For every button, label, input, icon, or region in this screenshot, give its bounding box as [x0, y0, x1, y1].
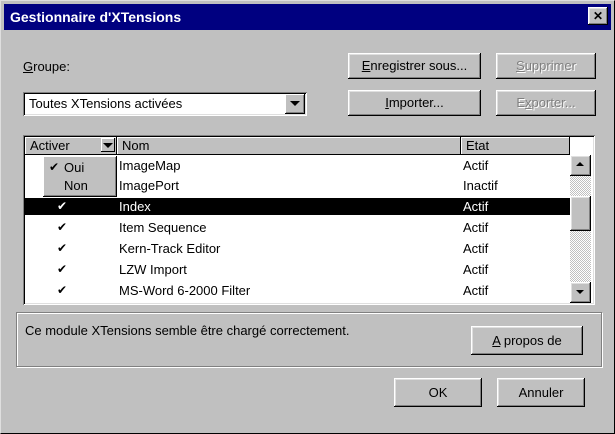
groupe-selected-value: Toutes XTensions activées — [29, 96, 183, 111]
save-as-label: nregistrer sous... — [370, 58, 468, 73]
check-icon[interactable]: ✔ — [55, 261, 69, 278]
check-icon[interactable]: ✔ — [55, 240, 69, 257]
window-title: Gestionnaire d'XTensions — [10, 9, 182, 25]
check-icon[interactable]: ✔ — [55, 219, 69, 236]
xtension-state: Actif — [463, 241, 489, 256]
list-item[interactable]: ✔ Item Sequence Actif — [25, 219, 570, 236]
activate-dropdown-menu: ✔ Oui Non — [43, 156, 117, 197]
check-icon: ✔ — [48, 160, 60, 174]
ok-label: OK — [428, 385, 448, 400]
column-header-activate[interactable]: Activer — [25, 137, 117, 155]
export-label-pre: E — [516, 95, 526, 110]
groupe-label-text: roupe: — [33, 59, 70, 74]
xtension-name: MS-Word 6-2000 Filter — [119, 283, 251, 298]
xtension-state: Actif — [463, 220, 489, 235]
xtension-name: Index — [119, 199, 151, 214]
delete-label: upprimer — [524, 58, 576, 73]
scroll-up-button[interactable] — [570, 155, 591, 176]
menu-item-label: Oui — [64, 160, 85, 175]
groupe-label: Groupe: — [23, 59, 70, 74]
export-button[interactable]: Exporter... — [496, 90, 596, 116]
import-button[interactable]: Importer... — [348, 90, 481, 116]
arrow-up-icon — [576, 162, 584, 166]
list-item-selected[interactable]: ✔ Index Actif — [25, 198, 570, 215]
xtension-state: Actif — [463, 199, 489, 214]
column-header-name[interactable]: Nom — [117, 137, 461, 155]
list-item[interactable]: ✔ MS-Word 6-2000 Filter Actif — [25, 282, 570, 299]
scroll-thumb[interactable] — [570, 196, 591, 231]
delete-button[interactable]: Supprimer — [496, 53, 596, 79]
close-button[interactable]: ✕ — [588, 7, 608, 25]
xtension-name: ImageMap — [119, 158, 181, 173]
xtensions-manager-dialog: Gestionnaire d'XTensions ✕ Groupe: Toute… — [0, 0, 615, 434]
check-icon[interactable]: ✔ — [55, 282, 69, 299]
xtension-name: LZW Import — [119, 262, 187, 277]
chevron-down-icon — [103, 143, 113, 148]
groupe-select[interactable]: Toutes XTensions activées — [23, 92, 307, 116]
status-message: Ce module XTensions semble être chargé c… — [25, 323, 350, 338]
column-activate-label: Activer — [30, 138, 70, 153]
chevron-down-icon — [290, 101, 300, 106]
delete-mnemonic: S — [516, 58, 525, 73]
menu-item-oui[interactable]: ✔ Oui — [46, 159, 112, 176]
menu-item-non[interactable]: Non — [46, 177, 112, 194]
export-label: porter... — [531, 95, 576, 110]
close-icon: ✕ — [592, 9, 604, 23]
about-label: propos de — [500, 333, 562, 348]
import-label: mporter... — [388, 95, 444, 110]
arrow-down-icon — [576, 290, 584, 294]
column-header-state[interactable]: Etat — [461, 137, 570, 155]
xtension-name: ImagePort — [119, 178, 179, 193]
xtension-state: Actif — [463, 158, 489, 173]
column-state-label: Etat — [466, 138, 490, 153]
list-item[interactable]: ✔ Kern-Track Editor Actif — [25, 240, 570, 257]
groupe-dropdown-button[interactable] — [285, 94, 305, 114]
scroll-down-button[interactable] — [570, 282, 591, 303]
menu-item-label: Non — [64, 178, 88, 193]
check-icon[interactable]: ✔ — [55, 198, 69, 215]
xtension-state: Actif — [463, 262, 489, 277]
about-button[interactable]: A propos de — [471, 326, 583, 355]
xtension-state: Actif — [463, 283, 489, 298]
cancel-button[interactable]: Annuler — [497, 378, 585, 407]
xtension-name: Kern-Track Editor — [119, 241, 221, 256]
ok-button[interactable]: OK — [394, 378, 482, 407]
groupe-label-mnemonic: G — [23, 59, 34, 74]
vertical-scrollbar[interactable] — [570, 155, 591, 303]
title-bar: Gestionnaire d'XTensions ✕ — [4, 4, 611, 30]
save-as-button[interactable]: Enregistrer sous... — [348, 53, 481, 79]
xtension-name: Item Sequence — [119, 220, 207, 235]
activate-filter-button[interactable] — [101, 138, 115, 152]
cancel-label: Annuler — [518, 385, 564, 400]
column-name-label: Nom — [122, 138, 150, 153]
list-item[interactable]: ✔ LZW Import Actif — [25, 261, 570, 278]
xtension-state: Inactif — [463, 178, 498, 193]
